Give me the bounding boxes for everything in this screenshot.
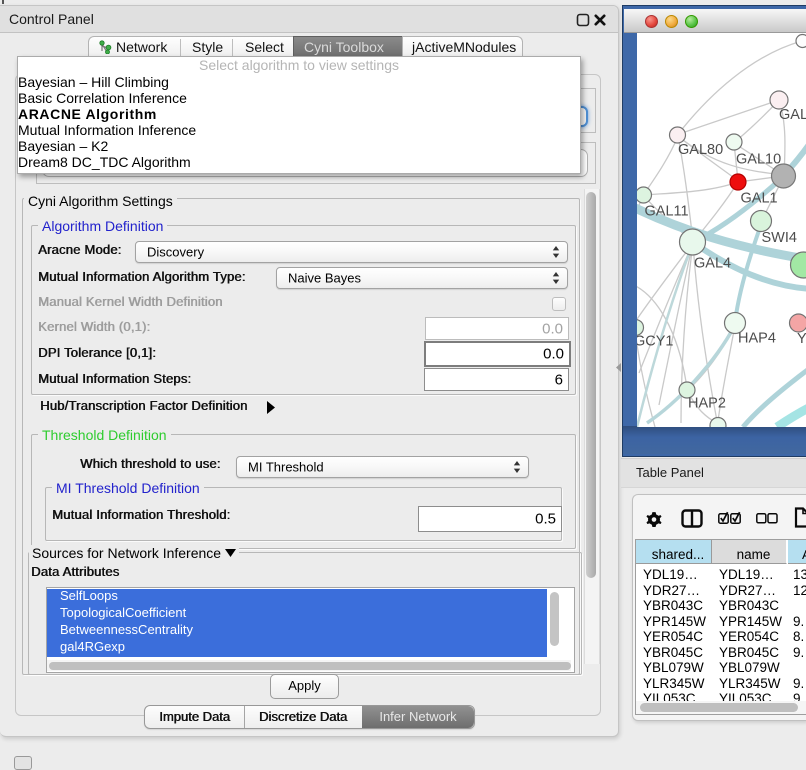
svg-text:GCY1: GCY1: [637, 334, 674, 350]
svg-text:GAL7: GAL7: [779, 107, 806, 123]
svg-text:GAL10: GAL10: [736, 152, 781, 168]
svg-text:GAL11: GAL11: [645, 204, 689, 220]
svg-text:HAP4: HAP4: [738, 331, 776, 347]
svg-text:HAP2: HAP2: [688, 396, 726, 412]
svg-text:SWI4: SWI4: [762, 230, 797, 246]
svg-text:GAL1: GAL1: [741, 191, 778, 207]
svg-text:GAL4: GAL4: [694, 256, 731, 272]
svg-text:Y: Y: [797, 331, 806, 347]
svg-text:GAL80: GAL80: [678, 142, 723, 158]
